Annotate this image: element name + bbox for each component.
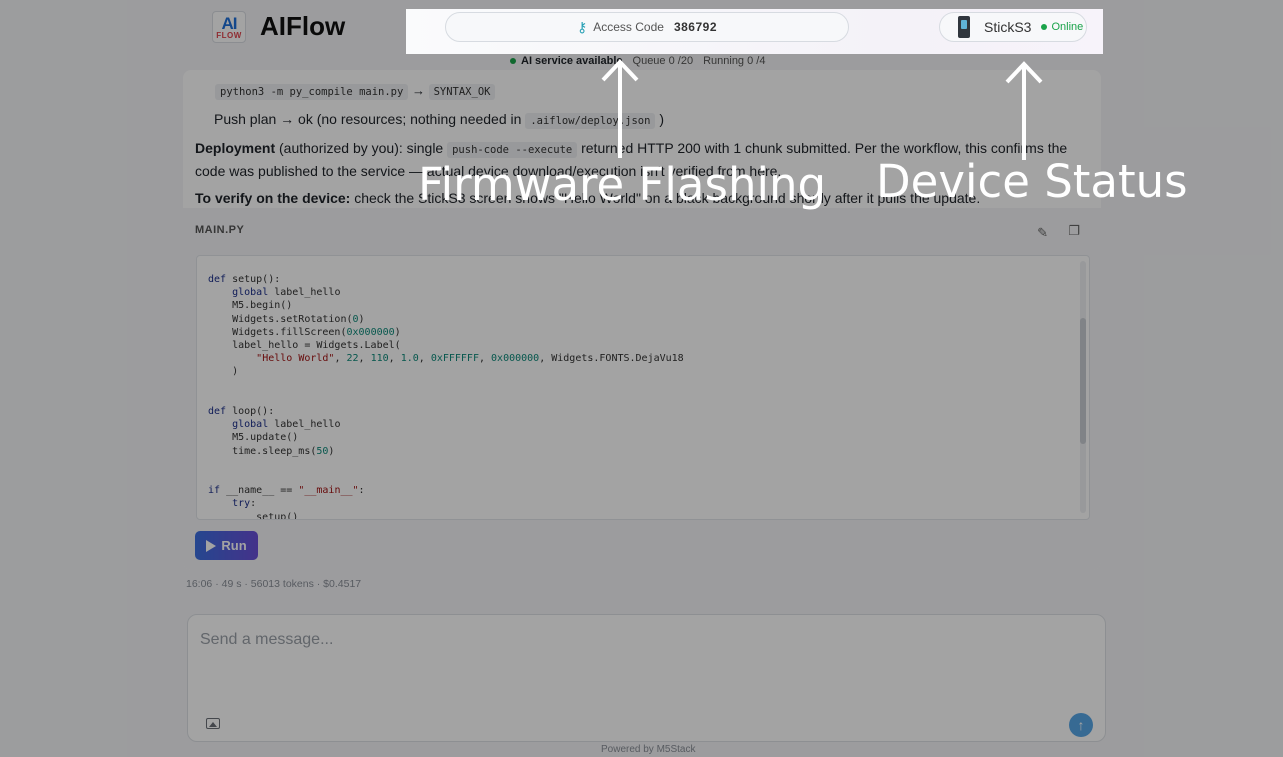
- logo-ai-text: AI: [221, 13, 238, 33]
- access-code-value: 386792: [673, 20, 717, 34]
- pencil-icon[interactable]: ✎: [1037, 225, 1048, 241]
- access-code-label: Access Code: [593, 20, 664, 34]
- code-editor[interactable]: def setup(): global label_hello M5.begin…: [196, 255, 1090, 520]
- compile-command: python3 -m py_compile main.py: [215, 84, 409, 100]
- online-status: Online: [1041, 21, 1083, 33]
- deployment-text-1: (authorized by you): single: [279, 140, 444, 156]
- logo: AI FLOW: [212, 11, 246, 43]
- device-name: StickS3: [984, 19, 1032, 35]
- code-scrollbar-thumb[interactable]: [1080, 318, 1086, 444]
- deployment-label: Deployment: [195, 140, 276, 156]
- compile-arrow: →: [411, 83, 425, 98]
- device-status-pill[interactable]: StickS3 Online: [939, 12, 1087, 42]
- access-code-pill[interactable]: ⚷ Access Code 386792: [445, 12, 849, 42]
- push-plan-line: Push plan → ok (no resources; nothing ne…: [195, 109, 1095, 132]
- device-thumbnail: [958, 16, 970, 38]
- code-filename: MAIN.PY: [195, 224, 245, 236]
- online-status-text: Online: [1051, 21, 1084, 33]
- run-button-label: Run: [221, 538, 247, 553]
- code-block: MAIN.PY ✎ ❐ def setup(): global label_he…: [183, 208, 1101, 570]
- app-page: AI FLOW AIFlow ⚷ Access Code 386792 Stic…: [0, 0, 1283, 757]
- deployment-command: push-code --execute: [447, 142, 578, 158]
- queue-count: Queue 0 /20: [632, 55, 694, 67]
- compile-result: SYNTAX_OK: [428, 84, 496, 100]
- logo-flow-text: FLOW: [216, 30, 242, 40]
- verify-label: To verify on the device:: [195, 190, 351, 206]
- service-dot-icon: [510, 58, 516, 64]
- key-icon: ⚷: [576, 18, 588, 35]
- copy-icon[interactable]: ❐: [1068, 223, 1080, 239]
- brand-name: AIFlow: [260, 11, 346, 41]
- service-status-line: AI service available Queue 0 /20 Running…: [510, 55, 765, 67]
- push-plan-end: ): [659, 111, 664, 127]
- footer-credit: Powered by M5Stack: [601, 744, 696, 755]
- deploy-json-path: .aiflow/deploy.json: [525, 113, 656, 129]
- message-input[interactable]: [200, 625, 1080, 655]
- image-icon[interactable]: [206, 718, 220, 729]
- send-arrow-icon[interactable]: ↑: [1069, 713, 1093, 737]
- service-status-text: AI service available: [521, 55, 623, 67]
- code-content: def setup(): global label_hello M5.begin…: [208, 274, 684, 520]
- push-plan-text: Push plan → ok (no resources; nothing ne…: [214, 111, 522, 127]
- service-status: AI service available: [510, 55, 623, 67]
- running-count: Running 0 /4: [703, 55, 766, 67]
- top-bar: ⚷ Access Code 386792 StickS3 Online: [406, 9, 1103, 54]
- message-composer: ↑: [187, 614, 1106, 742]
- compile-line: python3 -m py_compile main.py → SYNTAX_O…: [195, 80, 1095, 103]
- online-dot-icon: [1041, 24, 1048, 30]
- run-button[interactable]: Run: [195, 531, 258, 560]
- message-meta: 16:06 · 49 s · 56013 tokens · $0.4517: [186, 578, 362, 590]
- firmware-flashing-annotation: Firmware Flashing: [418, 158, 827, 211]
- device-status-annotation: Device Status: [876, 155, 1188, 208]
- play-icon: [206, 539, 217, 552]
